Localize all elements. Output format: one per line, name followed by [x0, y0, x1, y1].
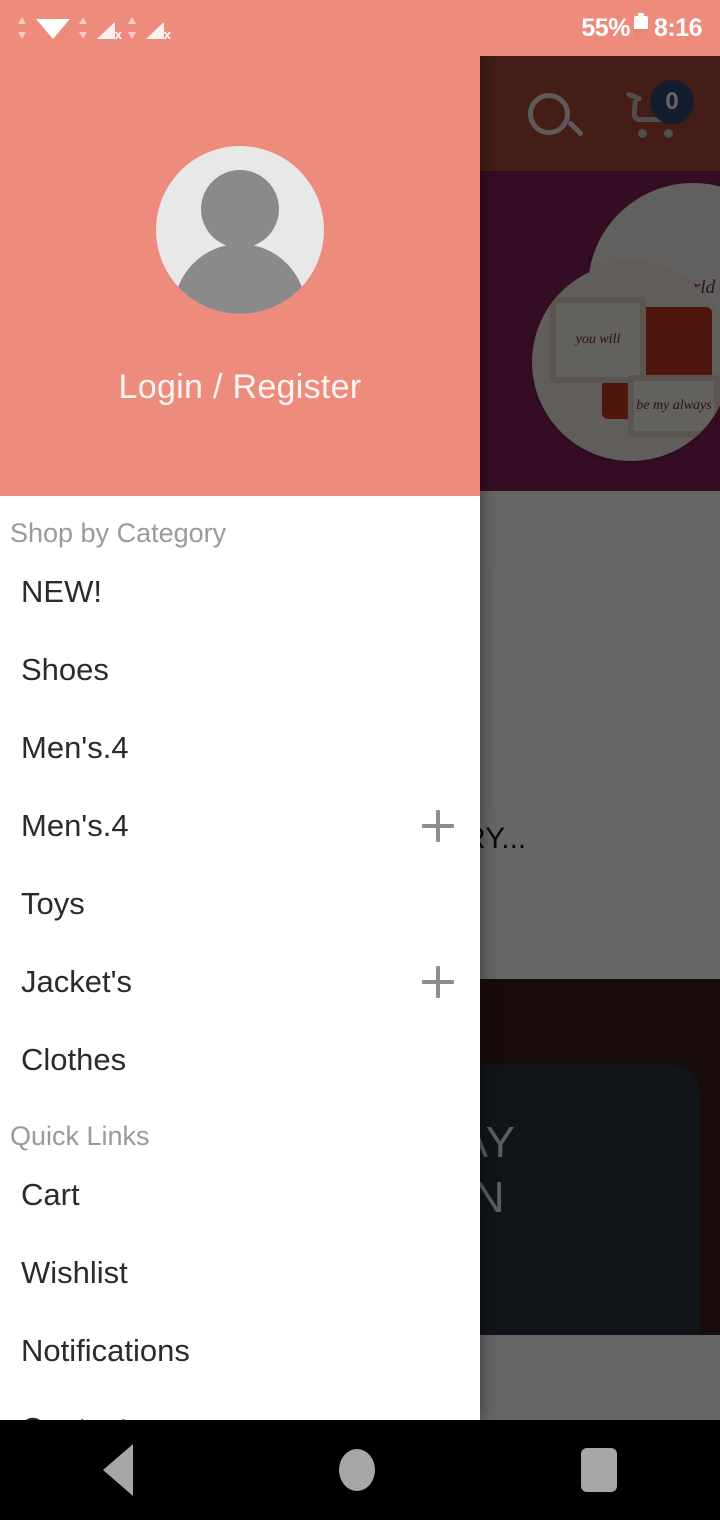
sidebar-item-label: NEW!: [21, 574, 102, 609]
sidebar-item-new[interactable]: NEW!: [0, 553, 480, 631]
login-register-label[interactable]: Login / Register: [119, 368, 362, 407]
sidebar-item-label: Toys: [21, 886, 85, 921]
clock: 8:16: [653, 13, 703, 42]
home-circle-icon[interactable]: [339, 1449, 375, 1491]
sidebar-item-wishlist[interactable]: Wishlist: [0, 1234, 480, 1312]
sidebar-item-shoes[interactable]: Shoes: [0, 631, 480, 709]
android-navigation-bar: [0, 1420, 720, 1520]
sidebar-item-cart[interactable]: Cart: [0, 1156, 480, 1234]
wifi-icon: [36, 19, 70, 39]
user-avatar-placeholder-icon: [156, 145, 324, 314]
data-transfer-arrows-icon-2: [79, 16, 88, 40]
sidebar-item-label: Shoes: [21, 652, 109, 687]
plus-icon[interactable]: [422, 810, 454, 842]
sidebar-item-label: Wishlist: [21, 1255, 128, 1290]
battery-percent: 55%: [581, 13, 630, 42]
sidebar-item-label: Men's.4: [21, 808, 129, 843]
sidebar-item-label: Clothes: [21, 1042, 127, 1077]
recents-square-icon[interactable]: [581, 1448, 617, 1492]
sidebar-item-label: Cart: [21, 1177, 80, 1212]
sidebar-item-jackets[interactable]: Jacket's: [0, 943, 480, 1021]
signal-no-service-icon-2: x: [146, 17, 171, 42]
battery-icon: [633, 13, 648, 40]
data-transfer-arrows-icon-3: [128, 16, 137, 40]
phone-screen: x x 55% 8:16 0 & world yo: [0, 0, 720, 1520]
sidebar-item-clothes[interactable]: Clothes: [0, 1021, 480, 1099]
sidebar-item-label: Notifications: [21, 1333, 190, 1368]
sidebar-item-toys[interactable]: Toys: [0, 865, 480, 943]
sidebar-item-notifications[interactable]: Notifications: [0, 1312, 480, 1390]
signal-no-service-icon: x: [97, 17, 122, 42]
sidebar-item-label: Men's.4: [21, 730, 129, 765]
back-triangle-icon[interactable]: [103, 1444, 133, 1496]
plus-icon[interactable]: [422, 966, 454, 998]
sidebar-item-mens-4-expandable[interactable]: Men's.4: [0, 787, 480, 865]
shop-by-category-header: Shop by Category: [10, 518, 227, 548]
status-bar-left-icons: x x: [18, 16, 171, 42]
sidebar-item-contact-us[interactable]: Contact us: [0, 1390, 480, 1420]
data-transfer-arrows-icon: [18, 16, 27, 40]
sidebar-item-mens-4[interactable]: Men's.4: [0, 709, 480, 787]
status-bar: x x 55% 8:16: [0, 0, 720, 56]
sidebar-item-label: Jacket's: [21, 964, 133, 999]
navigation-drawer: Login / Register Shop by Category NEW! S…: [0, 56, 480, 1420]
status-bar-right-icons: 55% 8:16: [581, 13, 703, 43]
quick-links-header: Quick Links: [10, 1121, 150, 1151]
drawer-header[interactable]: Login / Register: [0, 56, 480, 496]
sidebar-item-label: Contact us: [21, 1411, 169, 1420]
